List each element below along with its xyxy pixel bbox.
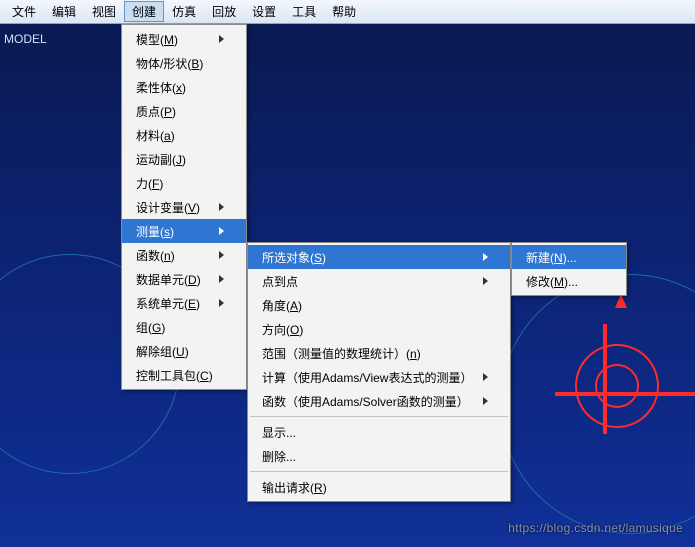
selected-new[interactable]: 新建(N)...: [512, 245, 626, 269]
measure-range[interactable]: 范围（测量值的数理统计）(n): [248, 341, 510, 365]
create-joint[interactable]: 运动副(J): [122, 147, 246, 171]
menu-simulate[interactable]: 仿真: [164, 1, 204, 22]
create-measure[interactable]: 测量(s): [122, 219, 246, 243]
measure-point-to-point[interactable]: 点到点: [248, 269, 510, 293]
app-window: 文件 编辑 视图 创建 仿真 回放 设置 工具 帮助 MODEL 模型(M) 物…: [0, 0, 695, 547]
create-group[interactable]: 组(G): [122, 315, 246, 339]
selected-modify[interactable]: 修改(M)...: [512, 269, 626, 293]
separator: [250, 416, 508, 417]
submenu-arrow-icon: [219, 299, 224, 307]
create-material[interactable]: 材料(a): [122, 123, 246, 147]
create-force[interactable]: 力(F): [122, 171, 246, 195]
submenu-arrow-icon: [219, 275, 224, 283]
submenu-arrow-icon: [483, 373, 488, 381]
model-label: MODEL: [4, 32, 47, 46]
submenu-arrow-icon: [219, 227, 224, 235]
submenu-arrow-icon: [219, 251, 224, 259]
menu-edit[interactable]: 编辑: [44, 1, 84, 22]
create-model[interactable]: 模型(M): [122, 27, 246, 51]
separator: [250, 471, 508, 472]
submenu-arrow-icon: [483, 277, 488, 285]
menubar: 文件 编辑 视图 创建 仿真 回放 设置 工具 帮助: [0, 0, 695, 24]
menu-create[interactable]: 创建: [124, 1, 164, 22]
menu-help[interactable]: 帮助: [324, 1, 364, 22]
menu-settings[interactable]: 设置: [244, 1, 284, 22]
dropdown-create: 模型(M) 物体/形状(B) 柔性体(x) 质点(P) 材料(a) 运动副(J)…: [121, 24, 247, 390]
measure-display[interactable]: 显示...: [248, 420, 510, 444]
create-body[interactable]: 物体/形状(B): [122, 51, 246, 75]
menu-tools[interactable]: 工具: [284, 1, 324, 22]
measure-compute-view[interactable]: 计算（使用Adams/View表达式的测量）: [248, 365, 510, 389]
measure-function-solver[interactable]: 函数（使用Adams/Solver函数的测量）: [248, 389, 510, 413]
measure-output-request[interactable]: 输出请求(R): [248, 475, 510, 499]
create-point[interactable]: 质点(P): [122, 99, 246, 123]
submenu-arrow-icon: [219, 203, 224, 211]
measure-angle[interactable]: 角度(A): [248, 293, 510, 317]
menu-playback[interactable]: 回放: [204, 1, 244, 22]
submenu-arrow-icon: [219, 35, 224, 43]
submenu-arrow-icon: [483, 253, 488, 261]
dropdown-measure: 所选对象(S) 点到点 角度(A) 方向(O) 范围（测量值的数理统计）(n) …: [247, 242, 511, 502]
dropdown-selected-object: 新建(N)... 修改(M)...: [511, 242, 627, 296]
create-system-element[interactable]: 系统单元(E): [122, 291, 246, 315]
submenu-arrow-icon: [483, 397, 488, 405]
create-design-variable[interactable]: 设计变量(V): [122, 195, 246, 219]
menu-file[interactable]: 文件: [4, 1, 44, 22]
menu-view[interactable]: 视图: [84, 1, 124, 22]
create-control-toolkit[interactable]: 控制工具包(C): [122, 363, 246, 387]
axis-arrow-up-icon: [615, 294, 627, 308]
measure-orientation[interactable]: 方向(O): [248, 317, 510, 341]
measure-delete[interactable]: 删除...: [248, 444, 510, 468]
axis-marker: [565, 354, 645, 434]
create-function[interactable]: 函数(n): [122, 243, 246, 267]
create-data-element[interactable]: 数据单元(D): [122, 267, 246, 291]
measure-selected-object[interactable]: 所选对象(S): [248, 245, 510, 269]
create-flex-body[interactable]: 柔性体(x): [122, 75, 246, 99]
watermark-text: https://blog.csdn.net/lamusique: [508, 521, 683, 535]
create-ungroup[interactable]: 解除组(U): [122, 339, 246, 363]
